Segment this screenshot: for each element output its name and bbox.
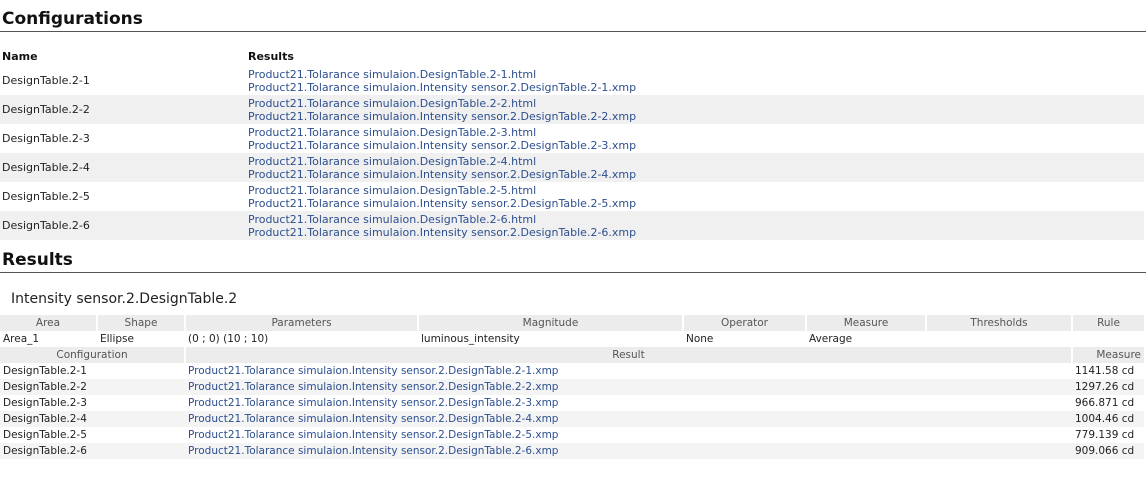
result-xmp-link[interactable]: Product21.Tolarance simulaion.Intensity … — [188, 364, 1069, 378]
html-result-link[interactable]: Product21.Tolarance simulaion.DesignTabl… — [248, 126, 1142, 139]
operator-column-header: Operator — [683, 315, 807, 331]
parameters-column-header: Parameters — [185, 315, 419, 331]
configurations-heading: Configurations — [0, 0, 1146, 32]
configuration-row: DesignTable.2-5 Product21.Tolarance simu… — [0, 182, 1144, 211]
html-result-link[interactable]: Product21.Tolarance simulaion.DesignTabl… — [248, 97, 1142, 110]
parameters-value: (0 ; 0) (10 ; 10) — [188, 333, 269, 345]
result-column-header: Result — [185, 347, 1073, 363]
sensor-title: Intensity sensor.2.DesignTable.2 — [11, 291, 238, 307]
result-measure: 909.066 cd — [1072, 443, 1144, 459]
result-xmp-link[interactable]: Product21.Tolarance simulaion.Intensity … — [188, 428, 1069, 442]
configuration-row: DesignTable.2-4 Product21.Tolarance simu… — [0, 153, 1144, 182]
xmp-result-link[interactable]: Product21.Tolarance simulaion.Intensity … — [248, 110, 1142, 123]
configuration-name: DesignTable.2-1 — [2, 74, 90, 87]
thresholds-value — [926, 331, 1072, 347]
configuration-name: DesignTable.2-5 — [2, 190, 90, 203]
configuration-results: Product21.Tolarance simulaion.DesignTabl… — [246, 153, 1144, 182]
result-row: DesignTable.2-6 Product21.Tolarance simu… — [0, 443, 1144, 459]
configuration-name: DesignTable.2-2 — [0, 95, 246, 124]
result-row: DesignTable.2-5 Product21.Tolarance simu… — [0, 427, 1144, 443]
configuration-results: Product21.Tolarance simulaion.DesignTabl… — [246, 211, 1144, 240]
name-column-header: Name — [2, 50, 38, 63]
xmp-result-link[interactable]: Product21.Tolarance simulaion.Intensity … — [248, 168, 1142, 181]
configuration-row: DesignTable.2-6 Product21.Tolarance simu… — [0, 211, 1144, 240]
result-xmp-link[interactable]: Product21.Tolarance simulaion.Intensity … — [188, 412, 1069, 426]
html-result-link[interactable]: Product21.Tolarance simulaion.DesignTabl… — [248, 155, 1142, 168]
result-measure: 1297.26 cd — [1072, 379, 1144, 395]
xmp-result-link[interactable]: Product21.Tolarance simulaion.Intensity … — [248, 226, 1142, 239]
result-configuration: DesignTable.2-1 — [3, 365, 87, 377]
result-measure: 779.139 cd — [1075, 429, 1135, 441]
thresholds-column-header: Thresholds — [926, 315, 1073, 331]
configuration-results: Product21.Tolarance simulaion.DesignTabl… — [246, 124, 1144, 153]
result-xmp-link[interactable]: Product21.Tolarance simulaion.Intensity … — [188, 444, 1069, 458]
result-header-row: Configuration Result Measure — [0, 347, 1144, 363]
rule-value — [1072, 331, 1144, 347]
configuration-column-header: Configuration — [0, 347, 186, 363]
result-measure: 1141.58 cd — [1075, 365, 1135, 377]
configuration-row: DesignTable.2-1 Product21.Tolarance simu… — [0, 66, 1144, 95]
result-configuration: DesignTable.2-2 — [0, 379, 185, 395]
configuration-name: DesignTable.2-6 — [0, 211, 246, 240]
xmp-result-link[interactable]: Product21.Tolarance simulaion.Intensity … — [248, 81, 1142, 94]
xmp-result-link[interactable]: Product21.Tolarance simulaion.Intensity … — [248, 197, 1142, 210]
result-configuration: DesignTable.2-4 — [0, 411, 185, 427]
configurations-table: Name Results DesignTable.2-1 Product21.T… — [0, 47, 1144, 240]
xmp-result-link[interactable]: Product21.Tolarance simulaion.Intensity … — [248, 139, 1142, 152]
magnitude-value: luminous_intensity — [421, 333, 520, 345]
result-configuration: DesignTable.2-6 — [0, 443, 185, 459]
configuration-row: DesignTable.2-2 Product21.Tolarance simu… — [0, 95, 1144, 124]
measure-column-header: Measure — [806, 315, 927, 331]
magnitude-column-header: Magnitude — [418, 315, 684, 331]
html-result-link[interactable]: Product21.Tolarance simulaion.DesignTabl… — [248, 184, 1142, 197]
area-header-row: Area Shape Parameters Magnitude Operator… — [0, 315, 1144, 331]
measure-value: Average — [809, 333, 853, 345]
shape-column-header: Shape — [97, 315, 186, 331]
html-result-link[interactable]: Product21.Tolarance simulaion.DesignTabl… — [248, 68, 1142, 81]
results-column-header: Results — [248, 50, 294, 63]
configurations-header-row: Name Results — [0, 47, 1144, 66]
result-xmp-link[interactable]: Product21.Tolarance simulaion.Intensity … — [188, 396, 1069, 410]
operator-value: None — [686, 333, 714, 345]
result-measure-column-header: Measure — [1072, 347, 1144, 363]
configuration-name: DesignTable.2-4 — [0, 153, 246, 182]
rule-column-header: Rule — [1072, 315, 1144, 331]
result-row: DesignTable.2-4 Product21.Tolarance simu… — [0, 411, 1144, 427]
result-row: DesignTable.2-1 Product21.Tolarance simu… — [0, 363, 1144, 379]
results-table: Area Shape Parameters Magnitude Operator… — [0, 315, 1144, 459]
result-xmp-link[interactable]: Product21.Tolarance simulaion.Intensity … — [188, 380, 1069, 394]
area-column-header: Area — [0, 315, 98, 331]
result-measure: 966.871 cd — [1075, 397, 1135, 409]
results-heading: Results — [0, 240, 1146, 273]
configuration-row: DesignTable.2-3 Product21.Tolarance simu… — [0, 124, 1144, 153]
configuration-results: Product21.Tolarance simulaion.DesignTabl… — [246, 95, 1144, 124]
result-row: DesignTable.2-3 Product21.Tolarance simu… — [0, 395, 1144, 411]
area-value: Area_1 — [3, 333, 40, 345]
result-measure: 1004.46 cd — [1072, 411, 1144, 427]
configuration-name: DesignTable.2-3 — [2, 132, 90, 145]
result-configuration: DesignTable.2-3 — [3, 397, 87, 409]
configuration-results: Product21.Tolarance simulaion.DesignTabl… — [246, 182, 1144, 211]
result-configuration: DesignTable.2-5 — [3, 429, 87, 441]
result-row: DesignTable.2-2 Product21.Tolarance simu… — [0, 379, 1144, 395]
html-result-link[interactable]: Product21.Tolarance simulaion.DesignTabl… — [248, 213, 1142, 226]
shape-value: Ellipse — [100, 333, 134, 345]
configuration-results: Product21.Tolarance simulaion.DesignTabl… — [246, 66, 1144, 95]
area-row: Area_1 Ellipse (0 ; 0) (10 ; 10) luminou… — [0, 331, 1144, 347]
